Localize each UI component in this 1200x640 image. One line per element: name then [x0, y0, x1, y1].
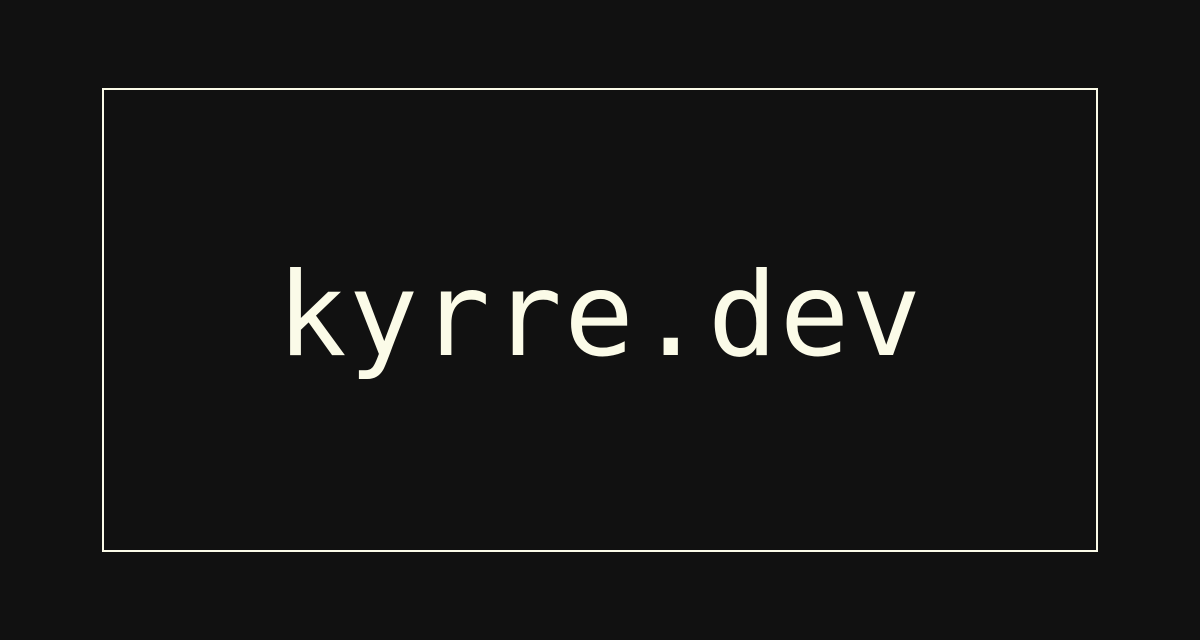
site-title: kyrre.dev	[276, 248, 924, 383]
page-canvas: kyrre.dev	[0, 0, 1200, 640]
title-frame: kyrre.dev	[102, 88, 1098, 552]
